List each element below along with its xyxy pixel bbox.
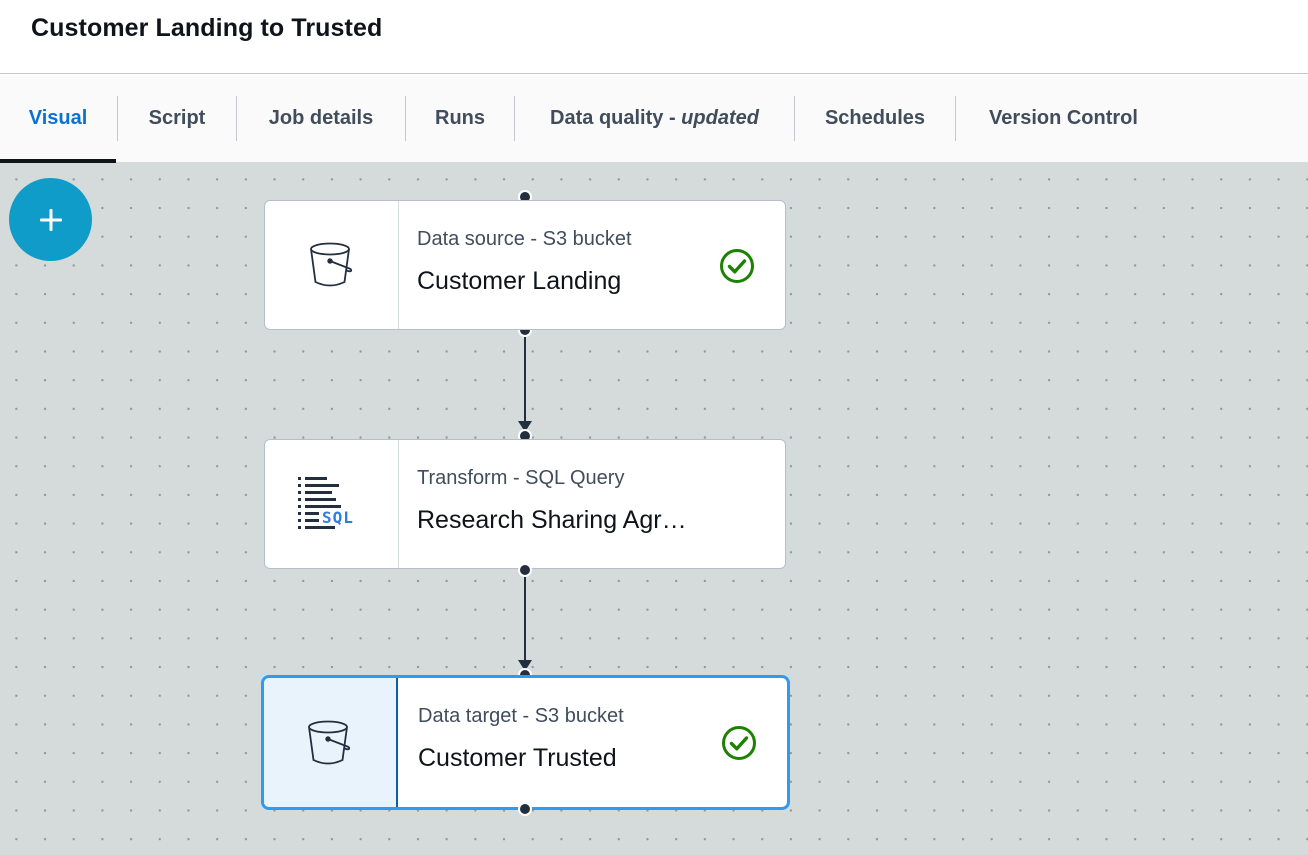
- node-type-label: Data source - S3 bucket: [417, 228, 632, 250]
- node-name: Customer Trusted: [418, 744, 617, 772]
- node-icon-cell: SQL: [265, 440, 399, 568]
- node-type-label: Data target - S3 bucket: [418, 705, 624, 727]
- node-name: Research Sharing Agr…: [417, 506, 687, 534]
- node-type-label: Transform - SQL Query: [417, 467, 625, 489]
- node-icon-cell: [265, 201, 399, 329]
- tab-data-quality-updated: updated: [681, 107, 759, 129]
- tab-job-details[interactable]: Job details: [237, 75, 405, 162]
- page-title: Customer Landing to Trusted: [31, 14, 383, 42]
- success-check-icon: [722, 726, 756, 760]
- tab-data-quality[interactable]: Data quality - updated: [515, 75, 794, 162]
- tab-version-control[interactable]: Version Control: [956, 75, 1171, 162]
- tab-schedules[interactable]: Schedules: [795, 75, 955, 162]
- tab-data-quality-label: Data quality -: [550, 107, 682, 129]
- visual-canvas[interactable]: Data source - S3 bucket Customer Landing: [0, 163, 1308, 855]
- node-output-port[interactable]: [518, 802, 532, 816]
- node-icon-cell: [264, 678, 398, 807]
- tab-runs[interactable]: Runs: [406, 75, 514, 162]
- edge-line: [524, 575, 526, 661]
- tab-visual[interactable]: Visual: [0, 75, 116, 163]
- node-name: Customer Landing: [417, 267, 622, 295]
- node-data-source[interactable]: Data source - S3 bucket Customer Landing: [264, 200, 786, 330]
- plus-icon: [39, 208, 62, 231]
- tab-script[interactable]: Script: [118, 75, 236, 162]
- s3-bucket-icon: [308, 720, 351, 764]
- edge-line: [524, 337, 526, 423]
- add-node-button[interactable]: [9, 178, 92, 261]
- job-header: Customer Landing to Trusted: [0, 0, 1308, 74]
- sql-query-icon: SQL: [297, 477, 354, 529]
- s3-bucket-icon: [309, 242, 352, 287]
- success-check-icon: [720, 249, 754, 283]
- svg-text:SQL: SQL: [322, 508, 354, 527]
- node-data-target[interactable]: Data target - S3 bucket Customer Trusted: [261, 675, 790, 810]
- tab-bar: Visual Script Job details Runs Data qual…: [0, 75, 1308, 163]
- node-output-port[interactable]: [518, 563, 532, 577]
- node-transform[interactable]: SQL Transform - SQL Query Research Shari…: [264, 439, 786, 569]
